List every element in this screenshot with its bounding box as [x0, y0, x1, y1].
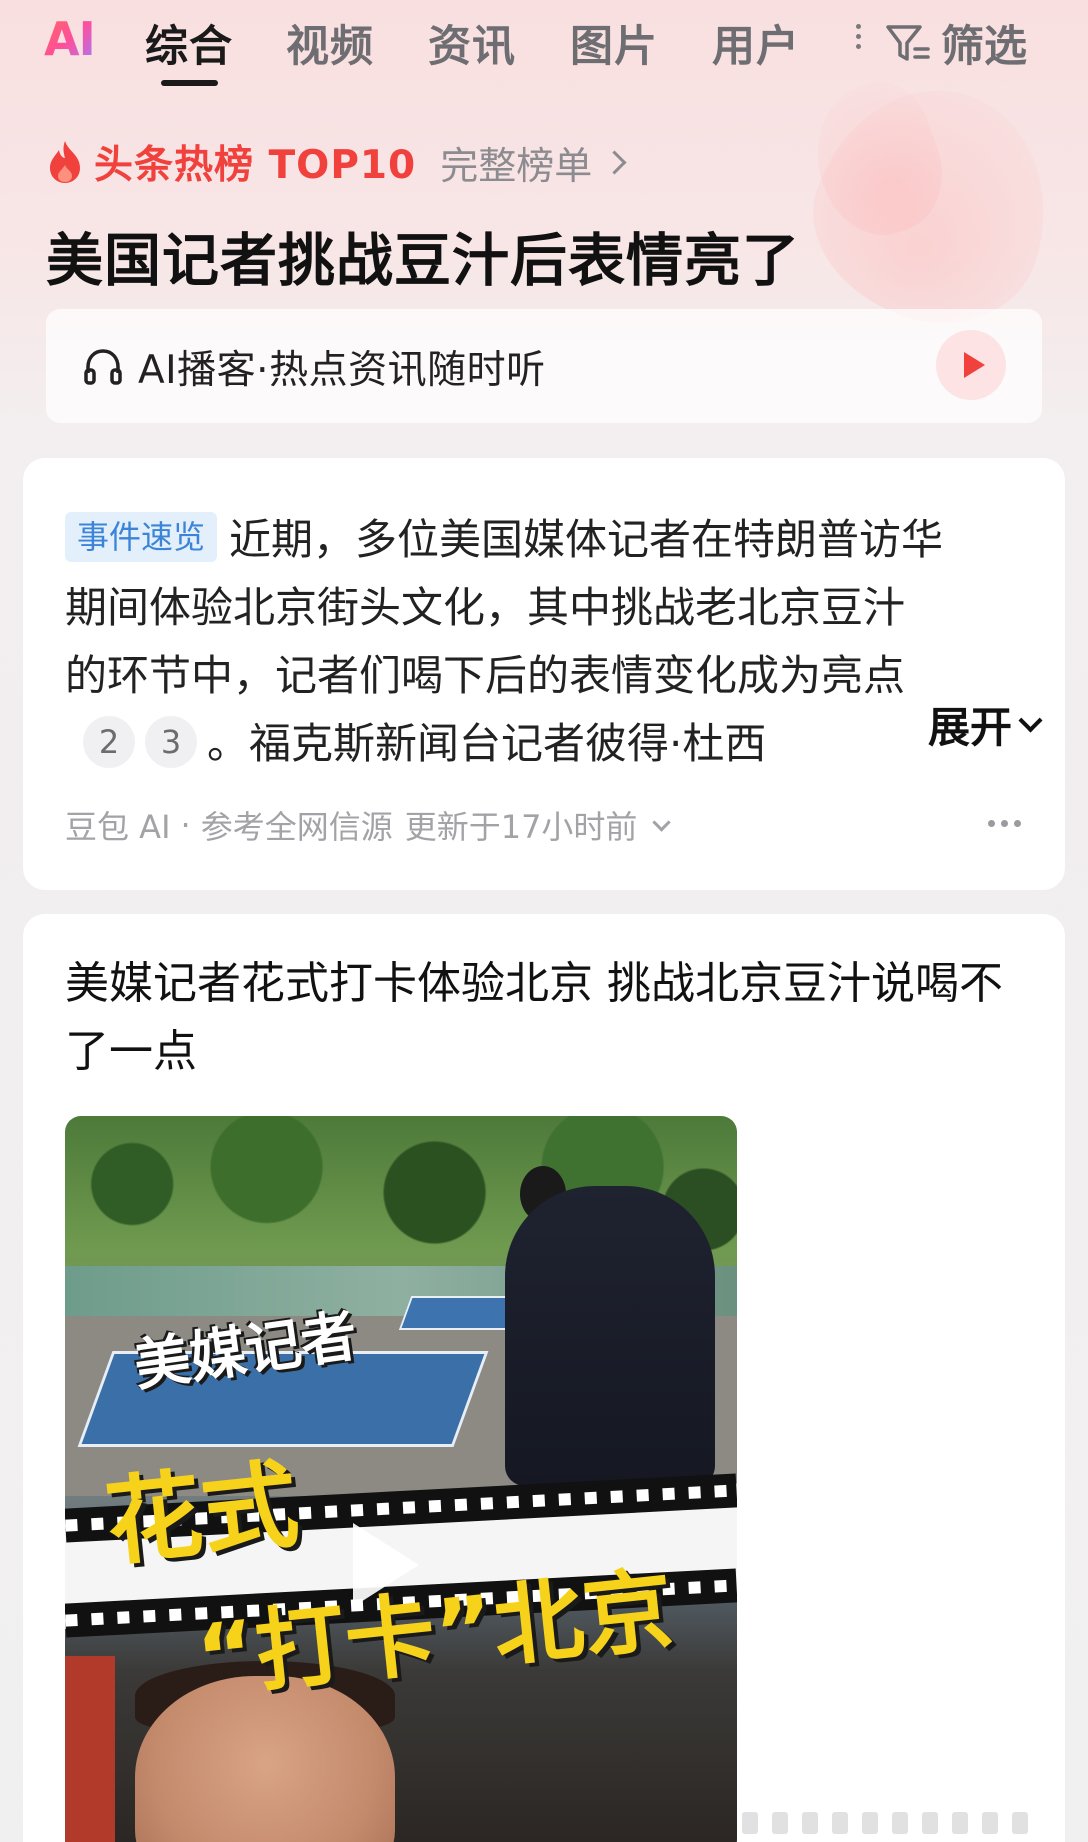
play-icon	[963, 352, 985, 378]
event-summary-tag: 事件速览	[65, 512, 218, 562]
video-caption-2: 花式	[100, 1448, 304, 1580]
tab-news[interactable]: 资讯	[428, 12, 516, 74]
podcast-play-button[interactable]	[936, 330, 1006, 400]
expand-label: 展开	[927, 703, 1012, 752]
tab-comprehensive[interactable]: 综合	[145, 12, 233, 74]
system-gesture-bar	[742, 1812, 1062, 1834]
ai-podcast-bar[interactable]: AI播客·热点资讯随时听	[46, 309, 1042, 423]
video-thumbnail[interactable]: 美媒记者 花式 “打卡”北京	[65, 1116, 737, 1842]
flame-icon	[50, 141, 80, 183]
summary-meta[interactable]: 豆包 AI · 参考全网信源 更新于17小时前	[65, 802, 672, 848]
filter-icon	[886, 25, 930, 61]
hot-list-row: 头条热榜 TOP10 完整榜单	[46, 134, 627, 190]
meta-reference: 参考全网信源	[200, 808, 393, 846]
tab-overflow-indicator	[856, 24, 862, 60]
full-list-link[interactable]: 完整榜单	[440, 135, 627, 190]
podcast-label: AI播客·热点资讯随时听	[138, 348, 546, 393]
chevron-down-icon	[1018, 708, 1043, 733]
summary-line-2: 期间体验北京街头文化，其中挑战老北京豆汁	[65, 583, 906, 632]
chevron-down-icon	[652, 812, 672, 832]
reference-badge[interactable]: 3	[145, 716, 197, 768]
filter-label: 筛选	[941, 22, 1027, 72]
play-icon[interactable]	[353, 1523, 419, 1607]
article-title[interactable]: 美媒记者花式打卡体验北京 挑战北京豆汁说喝不了一点	[65, 950, 1025, 1086]
article-card[interactable]: 美媒记者花式打卡体验北京 挑战北京豆汁说喝不了一点 美媒记者 花式 “打卡”北京	[23, 914, 1065, 1842]
full-list-link-label: 完整榜单	[440, 143, 593, 188]
tab-ai[interactable]: AI	[44, 12, 96, 66]
event-summary-card: 事件速览 近期，多位美国媒体记者在特朗普访华 期间体验北京街头文化，其中挑战老北京…	[23, 458, 1065, 890]
tab-users[interactable]: 用户	[712, 12, 800, 74]
search-tab-bar: AI 综合 视频 资讯 图片 用户 筛选	[0, 0, 1088, 92]
tab-images[interactable]: 图片	[570, 12, 658, 74]
active-tab-indicator	[161, 80, 218, 86]
reference-badge[interactable]: 2	[83, 716, 135, 768]
meta-source: 豆包 AI	[65, 808, 171, 846]
meta-separator: ·	[180, 806, 191, 844]
filter-button[interactable]: 筛选	[885, 12, 1027, 74]
expand-button[interactable]: 展开	[867, 694, 1043, 755]
hot-list-label: 头条热榜 TOP10	[94, 143, 417, 188]
meta-updated: 更新于17小时前	[404, 808, 638, 846]
chevron-right-icon	[602, 149, 627, 175]
headphones-icon	[84, 349, 122, 385]
tab-video[interactable]: 视频	[286, 12, 374, 74]
summary-line-1: 近期，多位美国媒体记者在特朗普访华	[229, 515, 944, 564]
summary-line-4: 。福克斯新闻台记者彼得·杜西	[207, 719, 767, 768]
more-options-icon[interactable]	[988, 820, 1021, 827]
hot-headline[interactable]: 美国记者挑战豆汁后表情亮了	[46, 215, 800, 297]
